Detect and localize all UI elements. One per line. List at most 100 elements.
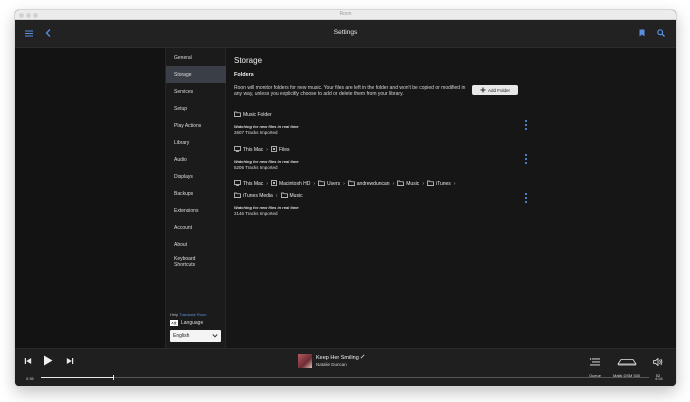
path-separator: › [392,181,395,187]
language-select-value: English [173,333,190,339]
next-track-icon[interactable] [66,357,74,365]
path-separator: › [313,181,316,187]
path-segment: Music [397,180,419,188]
zone-device-icon [616,353,637,371]
bookmark-icon[interactable] [636,27,648,39]
sidebar-item-services[interactable]: Services [166,83,226,100]
more-dot [525,193,527,195]
header: Settings [15,20,676,48]
path-separator: › [266,147,268,153]
folder-icon [280,192,288,200]
path-separator: › [453,181,456,187]
path-segment: This Mac [234,180,263,188]
folder-more-menu-button[interactable] [523,192,529,204]
language-select[interactable]: English [170,330,221,342]
folder-entry: This Mac › Macintosh HD › Users › andrew… [234,180,524,216]
language-label: Language [181,320,204,326]
storage-title: Storage [234,56,263,65]
folder-icon [397,180,405,188]
folder-entry: Music Folder Watching for new files in r… [234,111,524,135]
path-segment: andrewduncan [347,180,390,188]
path-separator: › [422,181,424,187]
now-playing-title[interactable]: Keep Her Smiling [316,354,365,361]
progress-handle[interactable] [113,375,115,380]
folder-icon [234,192,241,200]
drive-icon [271,146,277,154]
folder-status: Watching for new files in real time [234,124,299,129]
title-bar: Roon [15,10,676,20]
window-title: Roon [339,11,352,17]
folder-track-count: 2607 Tracks Imported [234,130,278,135]
more-dot [525,158,527,160]
path-separator: › [275,193,278,199]
sidebar-item-general[interactable]: General [166,49,226,66]
drive-icon [271,180,277,188]
more-dot [525,120,527,122]
more-dot [525,201,527,203]
sidebar-item-setup[interactable]: Setup [166,100,226,117]
folder-icon [318,180,325,188]
path-separator: › [266,181,268,187]
storage-description: Roon will monitor folders for new music.… [234,85,466,97]
folders-heading: Folders [234,72,254,78]
sidebar-item-library[interactable]: Library [166,134,226,151]
folder-icon [234,111,241,119]
help-label: Help [170,312,179,317]
folder-status: Watching for new files in real time [234,205,299,210]
settings-sidebar: General Storage Services Setup Play Acti… [165,48,226,348]
progress-fill [41,377,114,378]
add-folder-button[interactable]: Add Folder [472,85,518,95]
path-segment: Users [318,180,340,188]
sidebar-item-about[interactable]: About [166,236,226,253]
folder-status: Watching for new files in real time [234,159,299,164]
left-pane [15,48,165,348]
app-window: Roon Settings General Storage Services S… [15,10,676,386]
elapsed-time: 0:35 [26,376,34,381]
sidebar-item-extensions[interactable]: Extensions [166,202,226,219]
duration-time: 4:54 [655,376,663,381]
sidebar-item-backups[interactable]: Backups [166,185,226,202]
album-art[interactable] [298,354,312,368]
sidebar-item-storage[interactable]: Storage [166,66,226,83]
queue-icon [590,353,600,371]
folder-icon [427,180,434,188]
player-bar: Keep Her Smiling Natalie Duncan Queue Ma… [15,348,676,386]
speaker-icon [653,353,663,371]
folder-icon [347,180,355,188]
edit-pencil-icon[interactable] [360,354,365,361]
progress-bar[interactable] [41,375,649,380]
more-dot [525,128,527,130]
add-folder-label: Add Folder [487,87,510,93]
language-row: A文 Language [170,320,203,326]
more-dot [525,162,527,164]
now-playing-artist[interactable]: Natalie Duncan [316,362,347,367]
folder-more-menu-button[interactable] [523,119,529,131]
more-dot [525,197,527,199]
language-icon: A文 [170,320,178,326]
computer-icon [234,146,241,154]
sidebar-item-account[interactable]: Account [166,219,226,236]
folder-more-menu-button[interactable] [523,153,529,165]
search-icon[interactable] [655,27,667,39]
previous-track-icon[interactable] [24,357,32,365]
volume-button[interactable]: 52 [653,353,663,378]
path-separator: › [343,181,345,187]
sidebar-item-keyboard-shortcuts[interactable]: Keyboard Shortcuts [166,252,210,272]
help-line: Help Translate Roon [170,312,206,317]
zone-button[interactable]: Majik DSM 530 [613,353,640,378]
path-segment: This Mac [234,146,263,154]
folder-track-count: 2146 Tracks Imported [234,211,278,216]
play-icon[interactable] [43,355,53,366]
sidebar-item-displays[interactable]: Displays [166,168,226,185]
computer-icon [234,180,241,188]
translate-link[interactable]: Translate Roon [179,312,206,317]
folder-entry: This Mac › Files Watching for new files … [234,146,524,170]
sidebar-item-audio[interactable]: Audio [166,151,226,168]
folder-track-count: 5206 Tracks Imported [234,165,278,170]
path-segment: Macintosh HD [271,180,310,188]
sidebar-item-play-actions[interactable]: Play Actions [166,117,226,134]
storage-panel: Storage Folders Roon will monitor folder… [226,48,676,348]
folder-path: Music Folder [234,111,524,119]
queue-button[interactable]: Queue [589,353,601,378]
path-segment: iTunes Media [234,192,273,200]
